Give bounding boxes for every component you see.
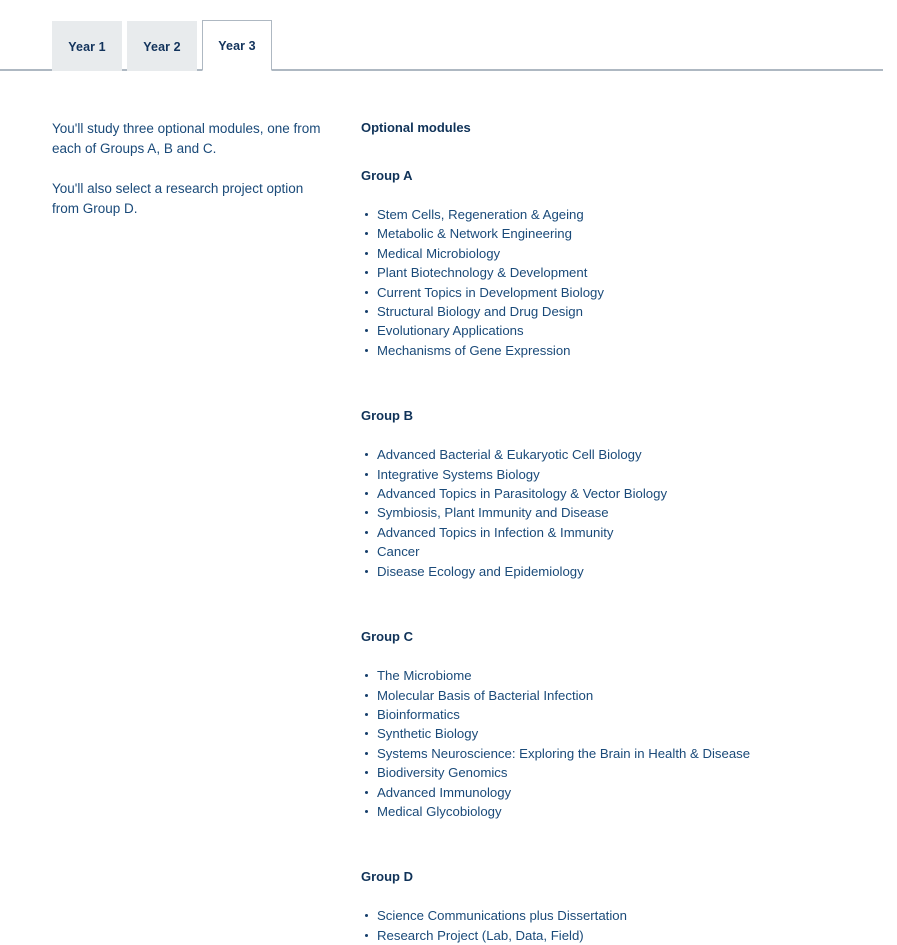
group-c-heading: Group C bbox=[361, 629, 413, 645]
list-item[interactable]: Biodiversity Genomics bbox=[361, 763, 861, 782]
module-link[interactable]: Medical Microbiology bbox=[377, 246, 500, 261]
list-item[interactable]: Science Communications plus Dissertation bbox=[361, 906, 861, 925]
tab-list: Year 1 Year 2 Year 3 bbox=[52, 20, 272, 71]
module-link[interactable]: Advanced Bacterial & Eukaryotic Cell Bio… bbox=[377, 447, 642, 462]
module-link[interactable]: Plant Biotechnology & Development bbox=[377, 265, 587, 280]
tab-year-2[interactable]: Year 2 bbox=[127, 21, 197, 71]
optional-modules-column: Optional modules Group A Stem Cells, Reg… bbox=[361, 119, 861, 945]
module-group-c: Group C The Microbiome Molecular Basis o… bbox=[361, 628, 861, 821]
module-link[interactable]: Cancer bbox=[377, 544, 420, 559]
tab-year-1[interactable]: Year 1 bbox=[52, 21, 122, 71]
list-item[interactable]: Research Project (Lab, Data, Field) bbox=[361, 926, 861, 945]
list-item[interactable]: Bioinformatics bbox=[361, 705, 861, 724]
module-group-a: Group A Stem Cells, Regeneration & Agein… bbox=[361, 167, 861, 360]
list-item[interactable]: Systems Neuroscience: Exploring the Brai… bbox=[361, 744, 861, 763]
group-a-heading: Group A bbox=[361, 168, 413, 183]
optional-modules-heading: Optional modules bbox=[361, 120, 471, 135]
module-link[interactable]: Research Project (Lab, Data, Field) bbox=[377, 928, 584, 943]
module-link[interactable]: Stem Cells, Regeneration & Ageing bbox=[377, 207, 584, 222]
list-item[interactable]: Advanced Topics in Infection & Immunity bbox=[361, 523, 861, 542]
tab-year-1-label: Year 1 bbox=[68, 39, 106, 54]
list-item[interactable]: Molecular Basis of Bacterial Infection bbox=[361, 686, 861, 705]
module-link[interactable]: Molecular Basis of Bacterial Infection bbox=[377, 688, 593, 703]
module-link[interactable]: Synthetic Biology bbox=[377, 726, 478, 741]
list-item[interactable]: Advanced Immunology bbox=[361, 783, 861, 802]
group-b-heading: Group B bbox=[361, 408, 413, 424]
list-item[interactable]: Current Topics in Development Biology bbox=[361, 283, 861, 302]
tab-year-3-label: Year 3 bbox=[218, 38, 256, 53]
list-item[interactable]: Medical Glycobiology bbox=[361, 802, 861, 821]
tab-year-2-label: Year 2 bbox=[143, 39, 181, 54]
module-link[interactable]: Advanced Topics in Infection & Immunity bbox=[377, 525, 614, 540]
module-link[interactable]: Advanced Immunology bbox=[377, 785, 511, 800]
list-item[interactable]: Structural Biology and Drug Design bbox=[361, 302, 861, 321]
module-link[interactable]: Mechanisms of Gene Expression bbox=[377, 343, 571, 358]
module-link[interactable]: Systems Neuroscience: Exploring the Brai… bbox=[377, 746, 750, 761]
tab-year-3[interactable]: Year 3 bbox=[202, 20, 272, 71]
module-group-b: Group B Advanced Bacterial & Eukaryotic … bbox=[361, 407, 861, 581]
module-link[interactable]: Medical Glycobiology bbox=[377, 804, 502, 819]
module-link[interactable]: Structural Biology and Drug Design bbox=[377, 304, 583, 319]
module-link[interactable]: Bioinformatics bbox=[377, 707, 460, 722]
list-item[interactable]: Evolutionary Applications bbox=[361, 321, 861, 340]
list-item[interactable]: Medical Microbiology bbox=[361, 244, 861, 263]
intro-paragraph-2: You'll also select a research project op… bbox=[52, 181, 304, 216]
list-item[interactable]: Advanced Topics in Parasitology & Vector… bbox=[361, 484, 861, 503]
module-group-d: Group D Science Communications plus Diss… bbox=[361, 868, 861, 945]
module-link[interactable]: Science Communications plus Dissertation bbox=[377, 908, 627, 923]
group-a-module-list: Stem Cells, Regeneration & Ageing Metabo… bbox=[361, 205, 861, 360]
year-tab-bar: Year 1 Year 2 Year 3 bbox=[0, 0, 897, 71]
group-b-module-list: Advanced Bacterial & Eukaryotic Cell Bio… bbox=[361, 445, 861, 581]
module-link[interactable]: The Microbiome bbox=[377, 668, 472, 683]
module-link[interactable]: Metabolic & Network Engineering bbox=[377, 226, 572, 241]
intro-column: You'll study three optional modules, one… bbox=[52, 119, 328, 239]
group-d-module-list: Science Communications plus Dissertation… bbox=[361, 906, 861, 945]
list-item[interactable]: Mechanisms of Gene Expression bbox=[361, 341, 861, 360]
module-link[interactable]: Current Topics in Development Biology bbox=[377, 285, 604, 300]
module-link[interactable]: Evolutionary Applications bbox=[377, 323, 524, 338]
module-link[interactable]: Symbiosis, Plant Immunity and Disease bbox=[377, 505, 609, 520]
list-item[interactable]: Disease Ecology and Epidemiology bbox=[361, 562, 861, 581]
list-item[interactable]: Cancer bbox=[361, 542, 861, 561]
group-d-heading: Group D bbox=[361, 869, 413, 885]
module-link[interactable]: Disease Ecology and Epidemiology bbox=[377, 564, 584, 579]
list-item[interactable]: Metabolic & Network Engineering bbox=[361, 224, 861, 243]
list-item[interactable]: Advanced Bacterial & Eukaryotic Cell Bio… bbox=[361, 445, 861, 464]
module-link[interactable]: Biodiversity Genomics bbox=[377, 765, 507, 780]
intro-paragraph-1: You'll study three optional modules, one… bbox=[52, 121, 321, 156]
list-item[interactable]: Symbiosis, Plant Immunity and Disease bbox=[361, 503, 861, 522]
list-item[interactable]: Synthetic Biology bbox=[361, 724, 861, 743]
group-c-module-list: The Microbiome Molecular Basis of Bacter… bbox=[361, 666, 861, 821]
list-item[interactable]: Stem Cells, Regeneration & Ageing bbox=[361, 205, 861, 224]
list-item[interactable]: Integrative Systems Biology bbox=[361, 465, 861, 484]
list-item[interactable]: The Microbiome bbox=[361, 666, 861, 685]
module-link[interactable]: Integrative Systems Biology bbox=[377, 467, 540, 482]
list-item[interactable]: Plant Biotechnology & Development bbox=[361, 263, 861, 282]
module-link[interactable]: Advanced Topics in Parasitology & Vector… bbox=[377, 486, 667, 501]
